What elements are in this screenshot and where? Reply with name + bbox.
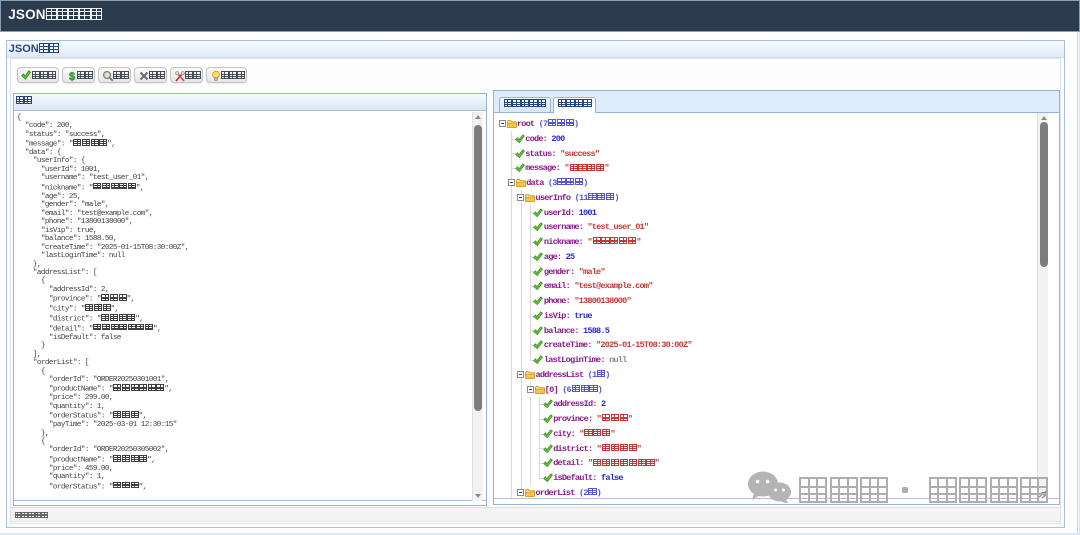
svg-text:$: $ — [68, 71, 74, 82]
